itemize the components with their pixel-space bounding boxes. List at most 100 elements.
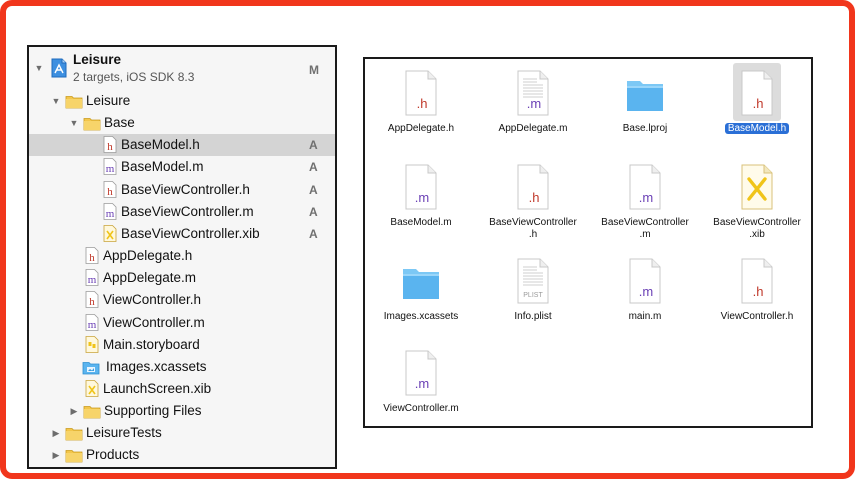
header-file-icon: .h: [401, 67, 441, 117]
navigator-item[interactable]: ▶ Products: [29, 444, 335, 466]
impl-file-icon: .m: [625, 161, 665, 211]
svg-text:m: m: [106, 208, 115, 220]
project-subtitle: 2 targets, iOS SDK 8.3: [73, 70, 195, 84]
finder-file-label-line: AppDelegate.h: [387, 123, 455, 134]
svg-text:m: m: [88, 274, 97, 286]
navigator-item[interactable]: ▶ LeisureTests: [29, 422, 335, 444]
svg-text:m: m: [88, 319, 97, 331]
navigator-item[interactable]: ▼ Leisure: [29, 90, 335, 112]
navigator-item[interactable]: h BaseViewController.h A: [29, 179, 335, 201]
header-file-icon: h: [85, 291, 103, 308]
navigator-item-label: ViewController.m: [103, 314, 205, 330]
svg-text:.m: .m: [415, 190, 429, 205]
svg-text:.h: .h: [753, 284, 764, 299]
navigator-item[interactable]: Images.xcassets: [29, 356, 335, 378]
disclosure-closed-icon[interactable]: ▶: [69, 406, 79, 416]
disclosure-open-icon[interactable]: ▼: [69, 118, 79, 128]
svg-text:.m: .m: [527, 96, 541, 111]
navigator-item-label: BaseModel.h: [121, 137, 200, 153]
disclosure-closed-icon[interactable]: ▶: [51, 450, 61, 460]
finder-file-item[interactable]: .m main.m: [589, 255, 701, 341]
finder-file-label: main.m: [589, 311, 701, 323]
navigator-item-label: LeisureTests: [86, 425, 162, 441]
finder-file-item[interactable]: .m BaseModel.m: [365, 161, 477, 247]
navigator-item[interactable]: h ViewController.h: [29, 289, 335, 311]
finder-file-item[interactable]: .h BaseModel.h: [701, 63, 813, 153]
folder-icon: [65, 448, 83, 465]
finder-file-label-line: BaseViewController: [489, 217, 577, 228]
finder-file-label-line: .m: [639, 229, 651, 240]
svg-text:.h: .h: [417, 96, 428, 111]
folder-icon: [65, 426, 83, 443]
navigator-item-label: BaseViewController.h: [121, 181, 250, 197]
folder-icon: [83, 404, 101, 421]
svg-text:.m: .m: [639, 190, 653, 205]
source-control-badge: A: [309, 226, 318, 241]
finder-file-item[interactable]: Images.xcassets: [365, 255, 477, 341]
disclosure-open-icon[interactable]: ▼: [34, 63, 44, 73]
finder-file-label: BaseModel.m: [365, 217, 477, 229]
header-file-icon: .h: [737, 255, 777, 305]
finder-file-item[interactable]: Base.lproj: [589, 67, 701, 153]
blue-folder-icon: [401, 255, 441, 305]
source-control-badge: A: [309, 182, 318, 197]
finder-file-item[interactable]: BaseViewController .xib: [701, 161, 813, 247]
finder-file-label-line: Images.xcassets: [383, 311, 459, 322]
svg-text:.h: .h: [753, 96, 764, 111]
finder-file-label: BaseViewController .xib: [701, 217, 813, 241]
finder-icon-view: .h AppDelegate.h .m AppDelegate.m Base.lproj…: [363, 57, 813, 428]
finder-file-label: BaseModel.h: [701, 123, 813, 135]
xcode-project-icon: [51, 58, 67, 78]
navigator-item[interactable]: m ViewController.m: [29, 312, 335, 334]
navigator-item[interactable]: m BaseViewController.m A: [29, 201, 335, 223]
asset-catalog-icon: [82, 360, 100, 377]
project-title: Leisure: [73, 52, 122, 67]
finder-file-item[interactable]: .h ViewController.h: [701, 255, 813, 341]
finder-file-item[interactable]: .h AppDelegate.h: [365, 67, 477, 153]
navigator-item-label: Images.xcassets: [106, 358, 207, 374]
navigator-item[interactable]: h BaseModel.h A: [29, 134, 335, 157]
finder-file-label-line: BaseViewController: [601, 217, 689, 228]
disclosure-open-icon[interactable]: ▼: [51, 96, 61, 106]
navigator-item[interactable]: m AppDelegate.m: [29, 267, 335, 289]
navigator-item[interactable]: BaseViewController.xib A: [29, 223, 335, 245]
finder-file-label-line: AppDelegate.m: [498, 123, 568, 134]
finder-file-label-line: BaseModel.m: [390, 217, 452, 228]
impl-file-icon: m: [103, 202, 121, 220]
svg-text:.m: .m: [639, 284, 653, 299]
navigator-item[interactable]: ▶ Supporting Files: [29, 400, 335, 422]
navigator-item-label: Main.storyboard: [103, 336, 200, 352]
svg-text:h: h: [89, 296, 95, 308]
navigator-item-label: BaseModel.m: [121, 159, 204, 175]
navigator-item-label: AppDelegate.h: [103, 248, 193, 264]
project-row[interactable]: ▼ Leisure 2 targets, iOS SDK 8.3 M: [29, 47, 335, 91]
navigator-item[interactable]: h AppDelegate.h: [29, 245, 335, 267]
navigator-item[interactable]: Main.storyboard: [29, 334, 335, 356]
finder-file-item[interactable]: .m ViewController.m: [365, 347, 477, 433]
navigator-item[interactable]: m BaseModel.m A: [29, 156, 335, 178]
navigator-item-label: AppDelegate.m: [103, 270, 197, 286]
impl-file-icon: m: [103, 158, 121, 175]
svg-text:.h: .h: [529, 190, 540, 205]
header-file-icon: h: [85, 247, 103, 264]
finder-file-label: Base.lproj: [589, 123, 701, 135]
svg-text:h: h: [107, 186, 113, 198]
header-file-icon: .h: [737, 67, 777, 117]
finder-file-label: ViewController.h: [701, 311, 813, 323]
impl-file-icon: m: [85, 313, 103, 331]
finder-file-label: BaseViewController .m: [589, 217, 701, 241]
finder-file-label: AppDelegate.m: [477, 123, 589, 135]
project-navigator: ▼ Leisure 2 targets, iOS SDK 8.3 M ▼ Leis…: [27, 45, 337, 469]
finder-file-item[interactable]: .m BaseViewController .m: [589, 161, 701, 247]
finder-file-item[interactable]: PLIST Info.plist: [477, 255, 589, 341]
plist-file-icon: PLIST: [513, 255, 553, 305]
navigator-item[interactable]: ▼ Base: [29, 112, 335, 134]
navigator-item-label: Supporting Files: [104, 403, 202, 419]
finder-file-item[interactable]: .h BaseViewController .h: [477, 161, 589, 247]
header-file-icon: h: [103, 136, 121, 153]
navigator-item[interactable]: LaunchScreen.xib: [29, 378, 335, 400]
disclosure-closed-icon[interactable]: ▶: [51, 428, 61, 438]
xib-file-icon: [737, 161, 777, 211]
finder-file-item[interactable]: .m AppDelegate.m: [477, 67, 589, 153]
source-control-badge: A: [309, 204, 318, 219]
